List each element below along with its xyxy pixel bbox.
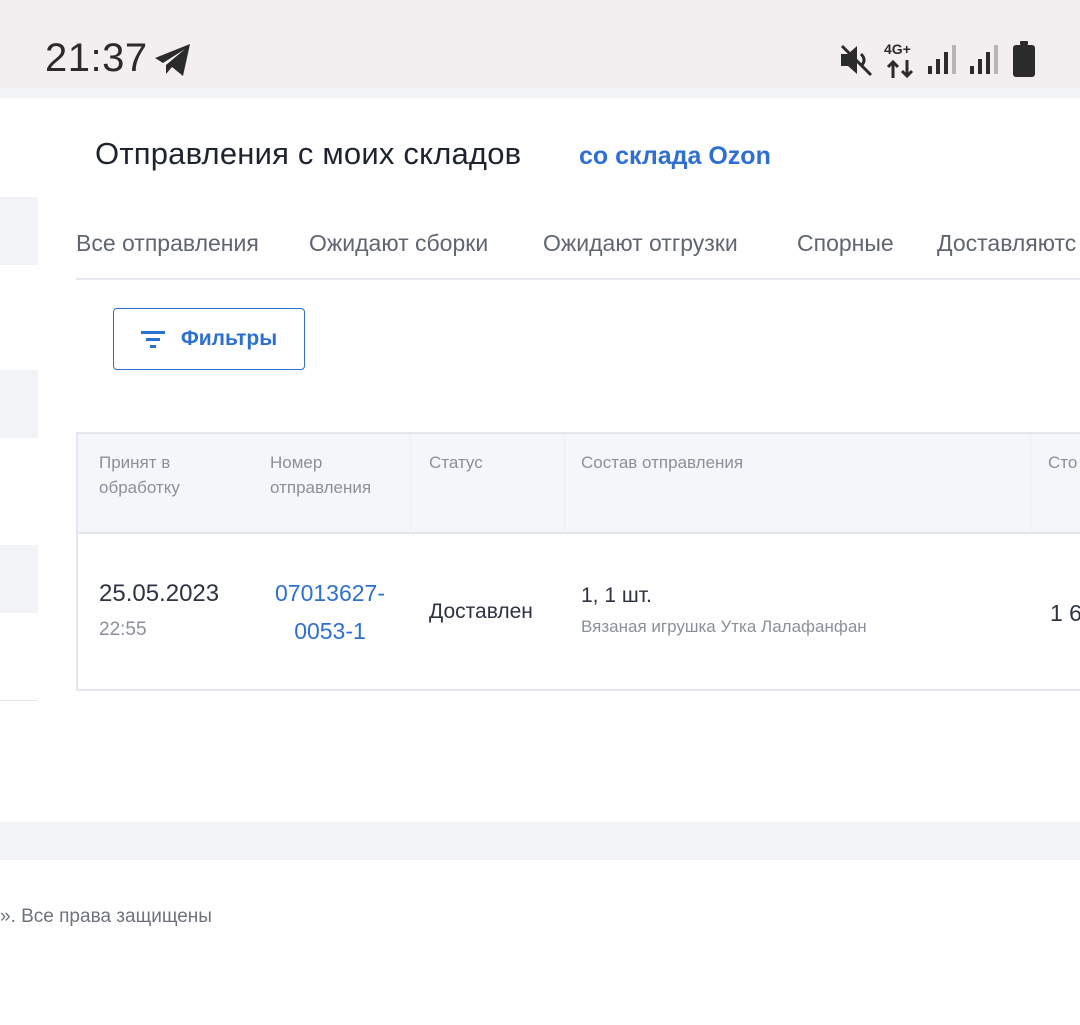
shipments-table: Принят в обработку Номер отправления Ста…: [76, 432, 1080, 691]
column-divider: [410, 434, 411, 534]
column-header-line: отправления: [270, 478, 372, 497]
shipment-number-part: 07013627-: [275, 580, 385, 606]
tab-all-shipments[interactable]: Все отправления: [76, 230, 259, 257]
column-header-line: Состав отправления: [581, 453, 744, 472]
column-divider: [564, 434, 565, 534]
column-header-contents: Состав отправления: [581, 450, 743, 475]
column-header-number: Номер отправления: [270, 450, 371, 500]
page-title: Отправления с моих складов: [95, 136, 522, 171]
column-header-line: обработку: [99, 478, 180, 497]
row-status: Доставлен: [429, 600, 533, 623]
signal-icon: [970, 45, 998, 74]
sidebar-fragment[interactable]: [0, 370, 38, 438]
copyright-text: ». Все права защищены: [0, 906, 212, 927]
sidebar-fragment[interactable]: [0, 197, 38, 265]
tab-disputed[interactable]: Спорные: [797, 230, 894, 257]
table-header: Принят в обработку Номер отправления Ста…: [78, 434, 1080, 534]
footer-band: [0, 822, 1080, 860]
signal-icon: [928, 45, 956, 74]
shipment-number-part: 0053-1: [294, 618, 366, 644]
telegram-icon: [155, 44, 190, 76]
shipment-number-link[interactable]: 07013627- 0053-1: [268, 574, 392, 650]
page-top-gap: [0, 88, 1080, 98]
shipment-tabs: Все отправления Ожидают сборки Ожидают о…: [76, 228, 1080, 280]
column-divider: [1030, 434, 1031, 534]
status-time: 21:37: [45, 36, 148, 80]
filters-button[interactable]: Фильтры: [113, 308, 305, 370]
tab-awaiting-shipment[interactable]: Ожидают отгрузки: [543, 230, 738, 257]
column-header-cost: Сто: [1048, 450, 1077, 475]
column-header-accepted: Принят в обработку: [99, 450, 180, 500]
status-bar: 21:37 4G+: [0, 0, 1080, 88]
sidebar-fragment[interactable]: [0, 545, 38, 613]
tab-delivering[interactable]: Доставляютс: [937, 230, 1076, 257]
column-header-line: Номер: [270, 453, 323, 472]
column-header-line: Статус: [429, 453, 483, 472]
column-header-status: Статус: [429, 450, 483, 475]
row-accepted-date: 25.05.2023: [99, 580, 220, 607]
filters-label: Фильтры: [180, 327, 278, 350]
row-quantity: 1, 1 шт.: [581, 584, 652, 607]
sidebar-divider: [0, 700, 38, 701]
battery-icon: [1013, 41, 1035, 77]
mute-icon: [840, 44, 873, 77]
network-icon: 4G+: [884, 41, 914, 79]
ozon-warehouse-link[interactable]: со склада Ozon: [579, 142, 771, 171]
row-cost: 1 6: [1050, 600, 1080, 626]
row-item-name: Вязаная игрушка Утка Лалафанфан: [581, 617, 867, 636]
row-accepted-time: 22:55: [99, 619, 147, 640]
filter-icon: [140, 331, 165, 348]
column-header-line: Сто: [1048, 453, 1078, 472]
network-label: 4G+: [884, 41, 911, 57]
column-header-line: Принят в: [99, 453, 171, 472]
tab-awaiting-assembly[interactable]: Ожидают сборки: [309, 230, 488, 257]
